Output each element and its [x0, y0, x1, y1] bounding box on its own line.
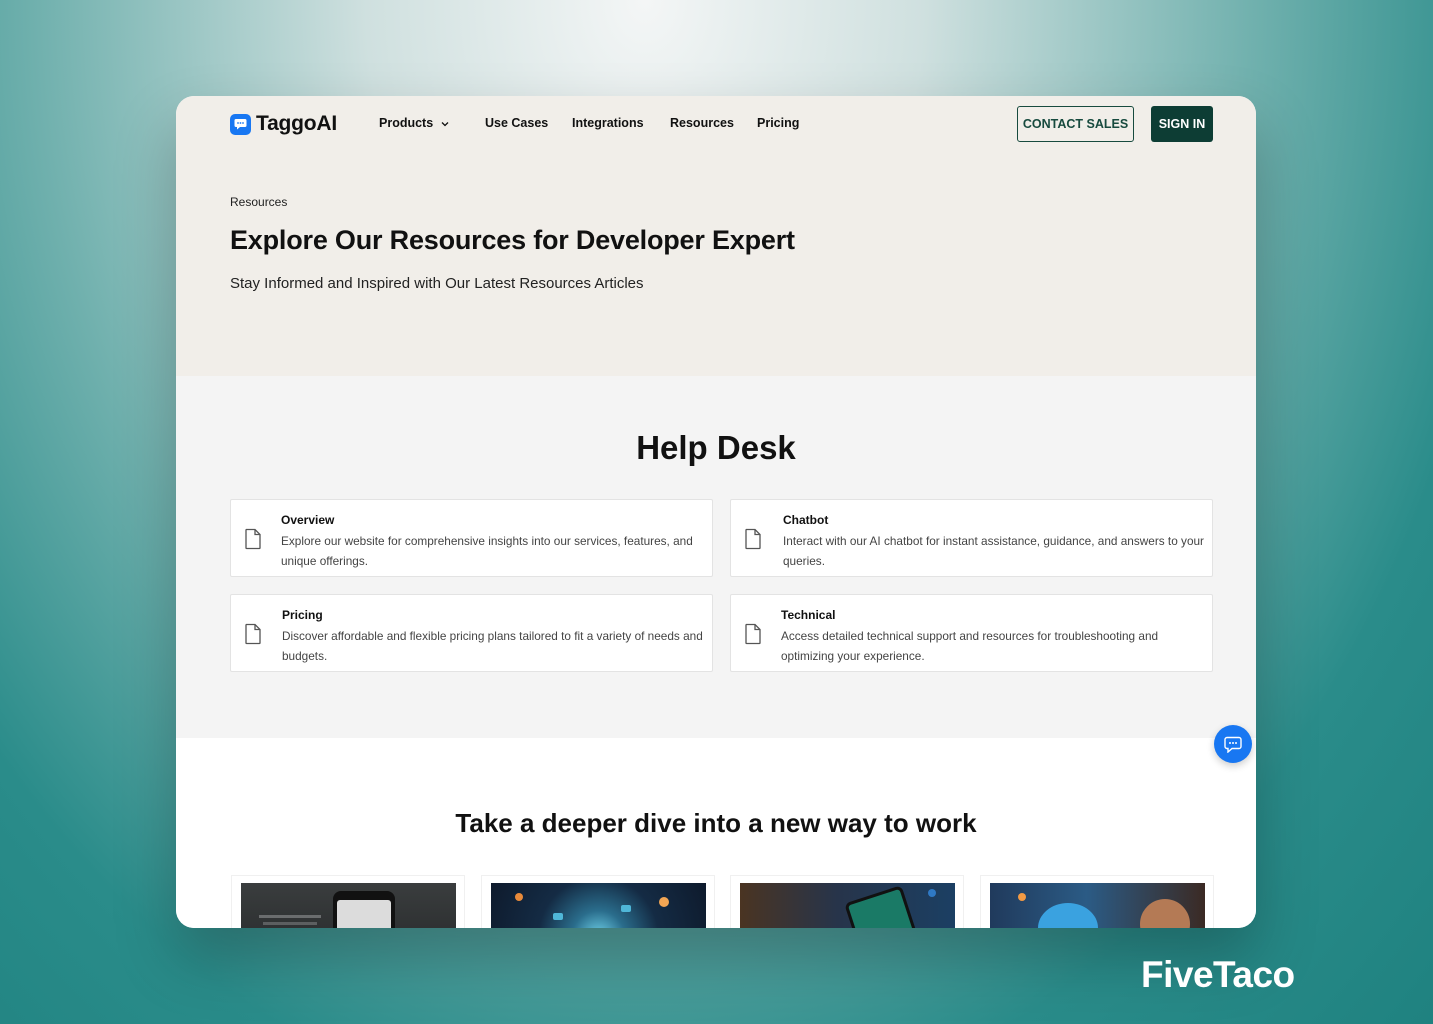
help-card-title: Technical	[781, 608, 836, 622]
top-nav: TaggoAI Products Use Cases Integrations …	[176, 96, 1256, 152]
article-card[interactable]	[481, 875, 715, 928]
help-desk-title: Help Desk	[636, 429, 796, 466]
article-thumbnail	[990, 883, 1205, 928]
article-card[interactable]	[980, 875, 1214, 928]
sign-in-button[interactable]: SIGN IN	[1151, 106, 1213, 142]
help-card-description: Interact with our AI chatbot for instant…	[783, 534, 1204, 568]
help-card-overview[interactable]: Overview Explore our website for compreh…	[230, 499, 713, 577]
help-card-pricing[interactable]: Pricing Discover affordable and flexible…	[230, 594, 713, 672]
article-card[interactable]	[730, 875, 964, 928]
help-card-description: Explore our website for comprehensive in…	[281, 534, 693, 568]
document-icon	[745, 623, 761, 645]
browser-window: TaggoAI Products Use Cases Integrations …	[176, 96, 1256, 928]
help-card-description: Access detailed technical support and re…	[781, 629, 1159, 663]
deeper-dive-title: Take a deeper dive into a new way to wor…	[455, 808, 977, 838]
nav-item-resources[interactable]: Resources	[670, 116, 734, 130]
help-card-technical[interactable]: Technical Access detailed technical supp…	[730, 594, 1213, 672]
article-thumbnail	[241, 883, 456, 928]
nav-item-integrations[interactable]: Integrations	[572, 116, 644, 130]
nav-item-pricing[interactable]: Pricing	[757, 116, 799, 130]
document-icon	[245, 623, 261, 645]
nav-item-use-cases[interactable]: Use Cases	[485, 116, 548, 130]
document-icon	[245, 528, 261, 550]
chevron-down-icon	[441, 121, 449, 127]
chat-bubble-icon	[1224, 736, 1242, 753]
page-subtitle: Stay Informed and Inspired with Our Late…	[230, 275, 644, 292]
article-thumbnail	[740, 883, 955, 928]
logo-chat-icon	[230, 113, 251, 135]
page-title: Explore Our Resources for Developer Expe…	[230, 225, 795, 255]
document-icon	[745, 528, 761, 550]
deeper-dive-section: Take a deeper dive into a new way to wor…	[176, 738, 1256, 928]
help-card-title: Pricing	[282, 608, 323, 622]
nav-item-products-label: Products	[379, 116, 434, 130]
help-desk-section: Help Desk Overview Explore our website f…	[176, 376, 1256, 738]
hero-section: TaggoAI Products Use Cases Integrations …	[176, 96, 1256, 376]
logo[interactable]: TaggoAI	[230, 112, 337, 136]
article-card[interactable]	[231, 875, 465, 928]
help-card-description: Discover affordable and flexible pricing…	[282, 629, 703, 663]
help-card-chatbot[interactable]: Chatbot Interact with our AI chatbot for…	[730, 499, 1213, 577]
chat-widget-button[interactable]	[1214, 725, 1252, 763]
fivetaco-brand: FiveTaco	[1141, 954, 1295, 995]
article-thumbnail	[491, 883, 706, 928]
logo-text: TaggoAI	[256, 112, 338, 135]
breadcrumb[interactable]: Resources	[230, 195, 287, 209]
contact-sales-button[interactable]: CONTACT SALES	[1017, 106, 1134, 142]
nav-item-products[interactable]: Products	[379, 116, 450, 130]
help-card-title: Overview	[281, 513, 335, 527]
help-card-title: Chatbot	[783, 513, 829, 527]
